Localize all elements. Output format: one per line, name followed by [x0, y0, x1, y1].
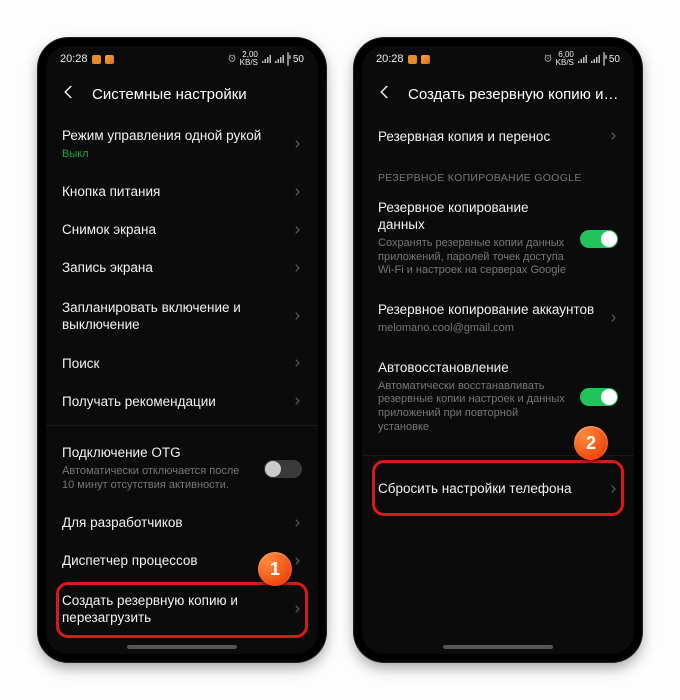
row-label: Резервная копия и перенос	[378, 129, 598, 146]
row-sub: Сохранять резервные копии данных приложе…	[378, 237, 570, 278]
notif-icon	[421, 55, 430, 64]
chevron-right-icon	[608, 310, 618, 328]
row-label: Создать резервную копию и перезагрузить	[62, 593, 282, 627]
alarm-icon	[543, 53, 553, 66]
row-label: Для разработчиков	[62, 515, 282, 532]
row-label: Поиск	[62, 356, 282, 373]
signal-icon	[577, 54, 587, 64]
notif-icon	[105, 55, 114, 64]
settings-list[interactable]: Резервная копия и перенос РЕЗЕРВНОЕ КОПИ…	[362, 116, 634, 654]
battery-icon	[603, 53, 605, 65]
row-backup-transfer[interactable]: Резервная копия и перенос	[362, 116, 634, 158]
chevron-right-icon	[292, 601, 302, 619]
section-header: РЕЗЕРВНОЕ КОПИРОВАНИЕ GOOGLE	[362, 158, 634, 188]
row-label: Диспетчер процессов	[62, 553, 282, 570]
row-sub: melomano.cool@gmail.com	[378, 322, 598, 336]
row-label: Сбросить настройки телефона	[378, 481, 598, 498]
row-label: Снимок экрана	[62, 222, 282, 239]
chevron-right-icon	[292, 393, 302, 411]
row-label: Резервное копирование данных	[378, 200, 570, 234]
battery-percent: 50	[293, 54, 304, 65]
row-sub: Выкл	[62, 148, 282, 162]
row-account-backup[interactable]: Резервное копирование аккаунтов melomano…	[362, 290, 634, 348]
phone-frame-right: 20:28 6,00 KB/S 50	[354, 38, 642, 662]
signal-icon	[261, 54, 271, 64]
chevron-right-icon	[608, 481, 618, 499]
clock: 20:28	[376, 53, 404, 65]
notif-icon	[92, 55, 101, 64]
screen-left: 20:28 2,00 KB/S 50	[46, 46, 318, 654]
row-label: Автовосстановление	[378, 360, 570, 377]
battery-percent: 50	[609, 54, 620, 65]
phone-frame-left: 20:28 2,00 KB/S 50	[38, 38, 326, 662]
row-reset[interactable]: Сбросить настройки телефона	[362, 463, 634, 517]
chevron-right-icon	[292, 515, 302, 533]
back-icon[interactable]	[376, 83, 394, 106]
divider	[46, 425, 318, 433]
chevron-right-icon	[292, 355, 302, 373]
chevron-right-icon	[292, 260, 302, 278]
network-speed: 6,00 KB/S	[556, 51, 574, 67]
network-speed: 2,00 KB/S	[240, 51, 258, 67]
clock: 20:28	[60, 53, 88, 65]
battery-icon	[287, 53, 289, 65]
row-autorestore[interactable]: Автовосстановление Автоматически восстан…	[362, 348, 634, 447]
alarm-icon	[227, 53, 237, 66]
title-bar: Создать резервную копию и перезаг...	[362, 72, 634, 116]
status-bar: 20:28 6,00 KB/S 50	[362, 46, 634, 72]
row-search[interactable]: Поиск	[46, 345, 318, 383]
row-backup[interactable]: Создать резервную копию и перезагрузить	[46, 581, 318, 639]
settings-list[interactable]: Режим управления одной рукой Выкл Кнопка…	[46, 116, 318, 654]
page-title: Системные настройки	[92, 86, 247, 103]
status-bar: 20:28 2,00 KB/S 50	[46, 46, 318, 72]
row-record[interactable]: Запись экрана	[46, 250, 318, 288]
chevron-right-icon	[292, 222, 302, 240]
row-dev[interactable]: Для разработчиков	[46, 505, 318, 543]
row-sub: Автоматически восстанавливать резервные …	[378, 380, 570, 435]
title-bar: Системные настройки	[46, 72, 318, 116]
divider	[362, 455, 634, 463]
row-label: Кнопка питания	[62, 184, 282, 201]
chevron-right-icon	[292, 184, 302, 202]
chevron-right-icon	[292, 136, 302, 154]
chevron-right-icon	[292, 308, 302, 326]
row-label: Получать рекомендации	[62, 394, 282, 411]
row-power[interactable]: Кнопка питания	[46, 174, 318, 212]
chevron-right-icon	[608, 128, 618, 146]
row-schedule[interactable]: Запланировать включение и выключение	[46, 288, 318, 346]
signal-icon	[590, 54, 600, 64]
notif-icon	[408, 55, 417, 64]
signal-icon	[274, 54, 284, 64]
row-screenshot[interactable]: Снимок экрана	[46, 212, 318, 250]
row-one-hand[interactable]: Режим управления одной рукой Выкл	[46, 116, 318, 174]
row-label: Резервное копирование аккаунтов	[378, 302, 598, 319]
row-label: Запланировать включение и выключение	[62, 300, 282, 334]
autorestore-toggle[interactable]	[580, 388, 618, 406]
otg-toggle[interactable]	[264, 460, 302, 478]
back-icon[interactable]	[60, 83, 78, 106]
row-procman[interactable]: Диспетчер процессов	[46, 543, 318, 581]
row-sub: Автоматически отключается после 10 минут…	[62, 465, 254, 493]
gesture-bar[interactable]	[443, 645, 553, 649]
row-label: Подключение OTG	[62, 445, 254, 462]
gesture-bar[interactable]	[127, 645, 237, 649]
row-label: Запись экрана	[62, 260, 282, 277]
row-label: Режим управления одной рукой	[62, 128, 282, 145]
screen-right: 20:28 6,00 KB/S 50	[362, 46, 634, 654]
row-recs[interactable]: Получать рекомендации	[46, 383, 318, 421]
page-title: Создать резервную копию и перезаг...	[408, 86, 620, 103]
chevron-right-icon	[292, 553, 302, 571]
row-otg[interactable]: Подключение OTG Автоматически отключаетс…	[46, 433, 318, 504]
row-data-backup[interactable]: Резервное копирование данных Сохранять р…	[362, 188, 634, 290]
data-backup-toggle[interactable]	[580, 230, 618, 248]
